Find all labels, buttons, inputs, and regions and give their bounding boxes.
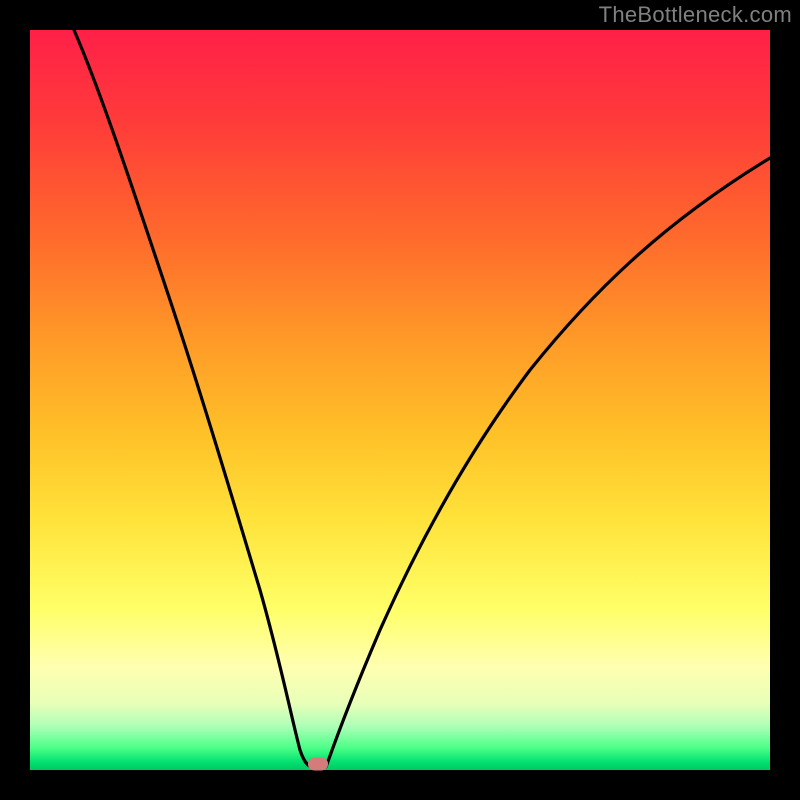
bottleneck-curve [30,30,770,770]
curve-path [74,30,770,767]
watermark-text: TheBottleneck.com [599,2,792,28]
plot-area [30,30,770,770]
optimal-point-marker [308,758,328,771]
chart-frame: TheBottleneck.com [0,0,800,800]
